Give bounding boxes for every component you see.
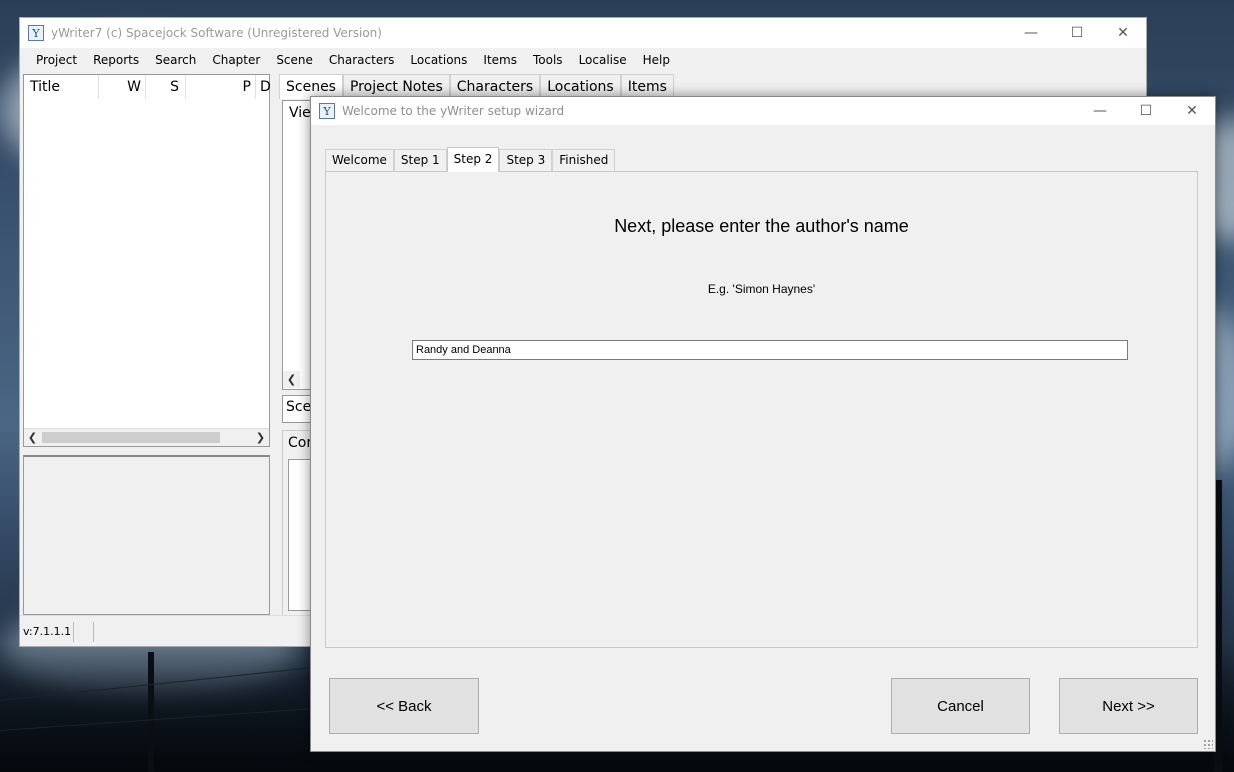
app-icon: Y [319,103,335,119]
menu-localise[interactable]: Localise [571,48,635,72]
main-titlebar[interactable]: Y yWriter7 (c) Spacejock Software (Unreg… [20,18,1146,48]
menu-locations[interactable]: Locations [402,48,475,72]
status-cell [76,622,94,642]
author-name-input[interactable] [412,340,1128,360]
tab-step-3[interactable]: Step 3 [499,149,553,171]
tab-step-1[interactable]: Step 1 [393,149,447,171]
app-icon: Y [28,25,44,41]
status-version: v:7.1.1.1 [23,622,74,642]
tab-step-2[interactable]: Step 2 [446,147,500,172]
column-header-d[interactable]: D [256,75,271,99]
minimize-button[interactable]: — [1008,18,1054,48]
column-header-title[interactable]: Title [24,75,99,99]
wizard-title: Welcome to the yWriter setup wizard [342,104,565,118]
main-window-title: yWriter7 (c) Spacejock Software (Unregis… [51,26,382,40]
step-heading: Next, please enter the author's name [614,216,909,236]
chapter-list[interactable]: Title W S P D ❮ ❯ [23,74,271,447]
menu-items[interactable]: Items [475,48,525,72]
minimize-button[interactable]: — [1077,97,1123,125]
content-label: Cor [288,435,313,451]
scroll-left-icon[interactable]: ❮ [24,429,41,446]
column-header-p[interactable]: P [186,75,256,99]
chapter-list-scrollbar[interactable]: ❮ ❯ [24,428,269,446]
example-hint: E.g. 'Simon Haynes' [707,282,816,296]
menu-reports[interactable]: Reports [85,48,147,72]
menu-characters[interactable]: Characters [321,48,403,72]
close-button[interactable]: ✕ [1169,97,1215,125]
scroll-right-icon[interactable]: ❯ [252,429,269,446]
maximize-button[interactable]: ☐ [1123,97,1169,125]
chapter-notes-pane [23,455,270,615]
wizard-titlebar[interactable]: Y Welcome to the yWriter setup wizard — … [311,97,1215,125]
wizard-tabs: Welcome Step 1 Step 2 Step 3 Finished [325,147,616,172]
back-button[interactable]: << Back [329,678,479,734]
menu-project[interactable]: Project [28,48,85,72]
menu-tools[interactable]: Tools [525,48,571,72]
setup-wizard-dialog: Y Welcome to the yWriter setup wizard — … [310,96,1216,752]
menu-search[interactable]: Search [147,48,204,72]
menu-scene[interactable]: Scene [268,48,321,72]
next-button[interactable]: Next >> [1059,678,1198,734]
tab-finished[interactable]: Finished [552,149,616,171]
scene-label: Sce [286,399,312,415]
menu-bar: Project Reports Search Chapter Scene Cha… [20,48,1146,72]
scroll-left-icon[interactable]: ❮ [283,371,300,388]
view-label: Vie [289,105,311,121]
column-header-words[interactable]: W [99,75,146,99]
scrollbar-thumb[interactable] [42,432,220,443]
maximize-button[interactable]: ☐ [1054,18,1100,48]
resize-grip[interactable] [1203,739,1213,749]
tab-welcome[interactable]: Welcome [325,149,394,171]
wizard-step-panel: Next, please enter the author's name E.g… [325,171,1198,648]
menu-chapter[interactable]: Chapter [204,48,268,72]
close-button[interactable]: ✕ [1100,18,1146,48]
menu-help[interactable]: Help [635,48,678,72]
column-header-scenes[interactable]: S [146,75,186,99]
cancel-button[interactable]: Cancel [891,678,1030,734]
